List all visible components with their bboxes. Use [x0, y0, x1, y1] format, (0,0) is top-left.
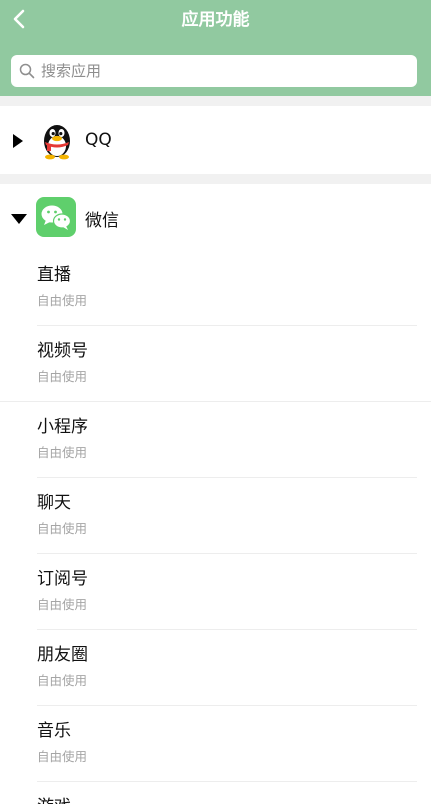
search-icon [19, 63, 35, 79]
feature-item[interactable]: 音乐 自由使用 [0, 706, 431, 782]
feature-item[interactable]: 聊天 自由使用 [0, 478, 431, 554]
triangle-right-icon [13, 134, 23, 148]
feature-item[interactable]: 小程序 自由使用 [0, 402, 431, 478]
feature-name: 小程序 [37, 417, 88, 437]
qq-penguin-icon [44, 125, 70, 160]
feature-item[interactable]: 订阅号 自由使用 [0, 554, 431, 630]
feature-name: 聊天 [37, 493, 71, 513]
section-gap [0, 96, 431, 106]
triangle-down-icon [11, 214, 27, 224]
header-bar: 应用功能 [0, 0, 431, 96]
feature-name: 音乐 [37, 721, 71, 741]
feature-item[interactable]: 直播 自由使用 [0, 250, 431, 326]
feature-status: 自由使用 [37, 293, 88, 308]
feature-name: 视频号 [37, 341, 88, 361]
feature-item[interactable]: 游戏 [0, 782, 431, 804]
feature-name: 游戏 [37, 796, 71, 804]
feature-name: 订阅号 [37, 569, 88, 589]
feature-name: 朋友圈 [37, 645, 88, 665]
feature-status: 自由使用 [37, 673, 88, 688]
app-name-wechat: 微信 [85, 211, 119, 231]
app-row-wechat[interactable]: 微信 [0, 184, 431, 250]
page-title: 应用功能 [181, 10, 250, 30]
feature-item[interactable]: 朋友圈 自由使用 [0, 630, 431, 706]
feature-item[interactable]: 视频号 自由使用 [0, 326, 431, 402]
search-input[interactable] [41, 62, 401, 80]
feature-status: 自由使用 [37, 521, 88, 536]
app-row-qq[interactable]: QQ [0, 106, 431, 174]
app-name-qq: QQ [85, 130, 112, 150]
feature-status: 自由使用 [37, 749, 88, 764]
feature-name: 直播 [37, 265, 71, 285]
search-box[interactable] [11, 55, 417, 87]
wechat-icon [36, 197, 76, 237]
feature-status: 自由使用 [37, 445, 88, 460]
feature-status: 自由使用 [37, 597, 88, 612]
feature-status: 自由使用 [37, 369, 88, 384]
section-gap [0, 174, 431, 184]
